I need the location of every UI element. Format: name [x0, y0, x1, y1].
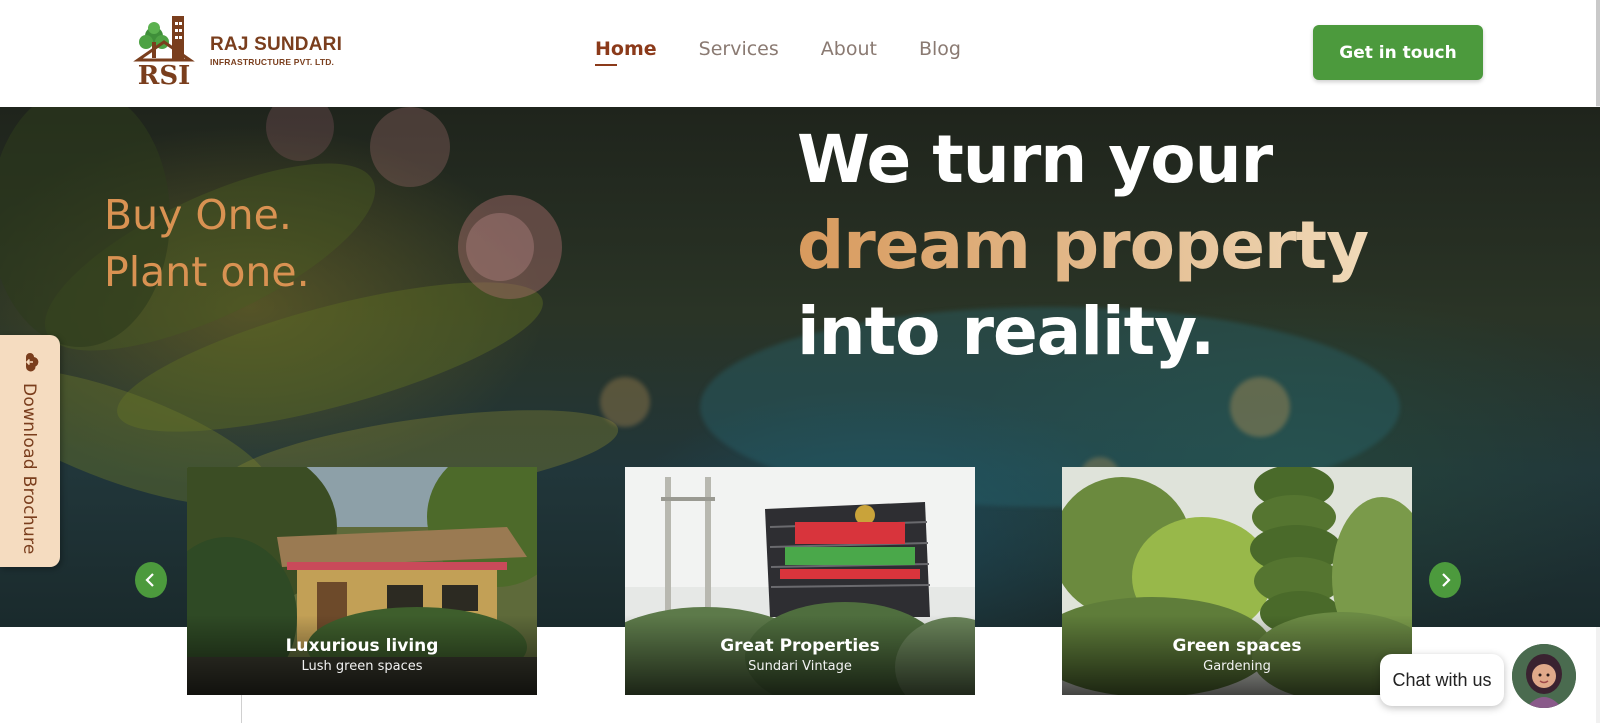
download-brochure-tab[interactable]: Download Brochure [0, 335, 60, 567]
brand-name: RAJ SUNDARI [210, 34, 343, 55]
main-nav: Home Services About Blog [595, 38, 961, 66]
get-in-touch-button[interactable]: Get in touch [1313, 25, 1483, 80]
brand-logo-mark: RSI [133, 16, 195, 88]
nav-services[interactable]: Services [699, 38, 779, 66]
bokeh-light [1230, 377, 1290, 437]
chevron-left-icon [145, 573, 154, 587]
headline-line-1: We turn your [797, 121, 1273, 198]
nav-about[interactable]: About [821, 38, 877, 66]
section-divider [241, 695, 242, 723]
carousel-card-green-spaces[interactable]: Green spaces Gardening [1062, 467, 1412, 695]
brand-logo[interactable]: RSI RAJ SUNDARI INFRASTRUCTURE PVT. LTD. [132, 14, 352, 88]
card-title: Luxurious living [285, 636, 439, 656]
download-brochure-label: Download Brochure [19, 383, 39, 555]
nav-home[interactable]: Home [595, 38, 657, 66]
hero-tagline: Buy One. Plant one. [104, 187, 310, 301]
brand-text: RAJ SUNDARI INFRASTRUCTURE PVT. LTD. [210, 34, 342, 68]
card-subtitle: Lush green spaces [301, 659, 423, 674]
carousel-prev-button[interactable] [135, 562, 167, 598]
nav-blog[interactable]: Blog [919, 38, 961, 66]
support-avatar-illustration [1512, 644, 1576, 708]
support-avatar-icon[interactable] [1512, 644, 1576, 708]
brand-mark-text: RSI [138, 61, 191, 88]
card-title: Great Properties [720, 636, 880, 656]
site-header: RSI RAJ SUNDARI INFRASTRUCTURE PVT. LTD.… [0, 0, 1596, 107]
card-subtitle: Gardening [1203, 659, 1271, 674]
hero-headline: We turn your dream property into reality… [797, 117, 1369, 375]
bokeh-light [600, 377, 650, 427]
chat-with-us-button[interactable]: Chat with us [1380, 654, 1504, 706]
carousel-card-great-properties[interactable]: Great Properties Sundari Vintage [625, 467, 975, 695]
carousel-card-luxurious-living[interactable]: Luxurious living Lush green spaces [187, 467, 537, 695]
scrollbar-thumb[interactable] [1596, 0, 1600, 106]
cloud-download-icon [25, 353, 39, 372]
carousel-next-button[interactable] [1429, 562, 1461, 598]
brand-subtitle: INFRASTRUCTURE PVT. LTD. [210, 57, 335, 67]
card-title: Green spaces [1172, 636, 1302, 656]
card-subtitle: Sundari Vintage [748, 659, 852, 674]
tagline-line-1: Buy One. [104, 191, 292, 239]
chevron-right-icon [1442, 573, 1451, 587]
tagline-line-2: Plant one. [104, 248, 310, 296]
headline-line-3: into reality. [797, 293, 1215, 370]
headline-line-2: dream property [797, 203, 1369, 289]
